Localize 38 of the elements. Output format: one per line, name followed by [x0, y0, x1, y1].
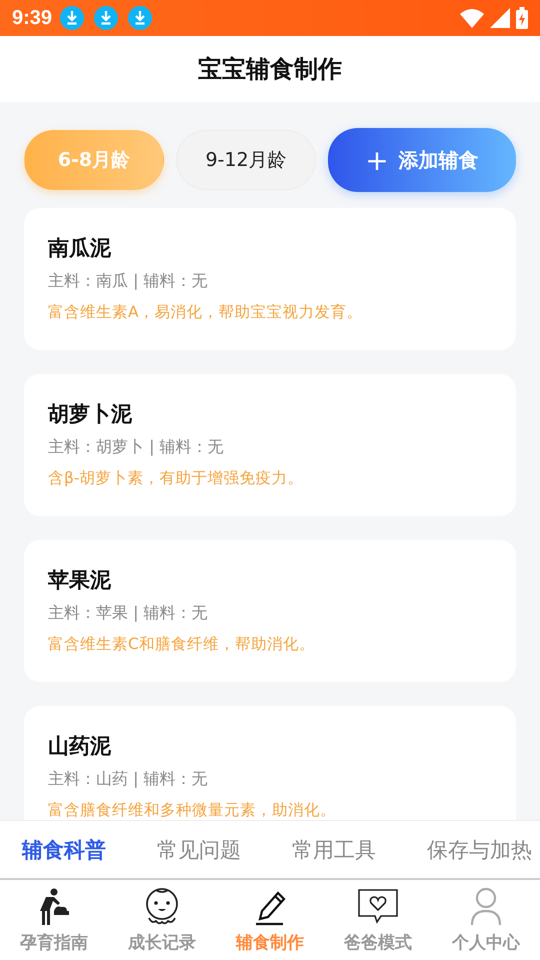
ingredients-text: 主料：胡萝卜 | 辅料：无	[48, 436, 225, 458]
nav-tab[interactable]: 辅食制作	[216, 880, 324, 960]
benefit-text: 富含维生素C和膳食纤维，帮助消化。	[48, 634, 316, 655]
category-tab[interactable]: 辅食科普	[22, 836, 106, 864]
food-card[interactable]: 苹果泥 主料：苹果 | 辅料：无 富含维生素C和膳食纤维，帮助消化。	[24, 540, 516, 682]
food-card[interactable]: 山药泥 主料：山药 | 辅料：无 富含膳食纤维和多种微量元素，助消化。	[24, 706, 516, 820]
food-card[interactable]: 南瓜泥 主料：南瓜 | 辅料：无 富含维生素A，易消化，帮助宝宝视力发育。	[24, 208, 516, 350]
category-tab[interactable]: 常见问题	[157, 836, 241, 864]
signal-icon	[490, 8, 510, 28]
category-tab[interactable]: 保存与加热	[427, 836, 532, 864]
nav-tab[interactable]: 爸爸模式	[324, 880, 432, 960]
wifi-icon	[460, 8, 484, 28]
page-title: 宝宝辅食制作	[198, 54, 342, 85]
benefit-text: 富含膳食纤维和多种微量元素，助消化。	[48, 800, 337, 820]
food-name: 山药泥	[48, 733, 112, 760]
nav-tab[interactable]: 孕育指南	[0, 880, 108, 960]
plus-icon: +	[365, 144, 389, 176]
heart-message-icon	[356, 887, 400, 927]
benefit-text: 富含维生素A，易消化，帮助宝宝视力发育。	[48, 302, 364, 323]
food-name: 南瓜泥	[48, 235, 112, 262]
ingredients-text: 主料：苹果 | 辅料：无	[48, 602, 209, 624]
age-tab[interactable]: 9-12月龄	[176, 130, 316, 190]
person-icon	[469, 887, 503, 927]
download-icon	[128, 6, 152, 30]
category-tab[interactable]: 常用工具	[292, 836, 376, 864]
nav-tab[interactable]: 个人中心	[432, 880, 540, 960]
ingredients-text: 主料：南瓜 | 辅料：无	[48, 270, 209, 292]
ingredients-text: 主料：山药 | 辅料：无	[48, 768, 209, 790]
food-name: 胡萝卜泥	[48, 401, 133, 428]
download-icon	[60, 6, 84, 30]
benefit-text: 含β-胡萝卜素，有助于增强免疫力。	[48, 468, 304, 489]
food-card[interactable]: 胡萝卜泥 主料：胡萝卜 | 辅料：无 含β-胡萝卜素，有助于增强免疫力。	[24, 374, 516, 516]
nav-tab[interactable]: 成长记录	[108, 880, 216, 960]
download-icon	[94, 6, 118, 30]
food-name: 苹果泥	[48, 567, 112, 594]
battery-charging-icon	[516, 7, 528, 29]
add-food-button[interactable]: + 添加辅食	[328, 128, 516, 192]
clock: 9:39	[12, 6, 52, 30]
